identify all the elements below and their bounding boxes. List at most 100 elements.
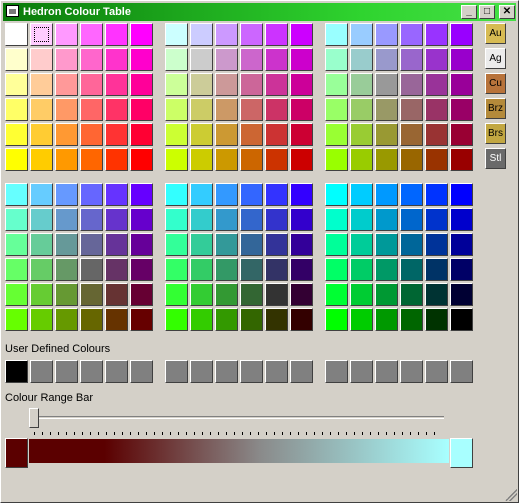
colour-cell[interactable] bbox=[450, 23, 473, 46]
colour-cell[interactable] bbox=[105, 48, 128, 71]
colour-cell[interactable] bbox=[265, 183, 288, 206]
colour-cell[interactable] bbox=[190, 73, 213, 96]
colour-cell[interactable] bbox=[265, 208, 288, 231]
colour-cell[interactable] bbox=[55, 183, 78, 206]
colour-cell[interactable] bbox=[350, 233, 373, 256]
colour-cell[interactable] bbox=[240, 183, 263, 206]
colour-cell[interactable] bbox=[350, 208, 373, 231]
colour-cell[interactable] bbox=[400, 123, 423, 146]
colour-cell[interactable] bbox=[55, 258, 78, 281]
colour-cell[interactable] bbox=[190, 258, 213, 281]
colour-cell[interactable] bbox=[290, 183, 313, 206]
colour-cell[interactable] bbox=[130, 308, 153, 331]
colour-cell[interactable] bbox=[425, 123, 448, 146]
colour-cell[interactable] bbox=[265, 308, 288, 331]
user-defined-colour-slot[interactable] bbox=[105, 360, 128, 383]
user-defined-colour-slot[interactable] bbox=[30, 360, 53, 383]
colour-cell[interactable] bbox=[240, 123, 263, 146]
colour-cell[interactable] bbox=[450, 123, 473, 146]
colour-cell[interactable] bbox=[5, 183, 28, 206]
colour-cell[interactable] bbox=[105, 73, 128, 96]
colour-cell[interactable] bbox=[325, 23, 348, 46]
colour-cell[interactable] bbox=[80, 148, 103, 171]
user-defined-colour-slot[interactable] bbox=[130, 360, 153, 383]
colour-cell[interactable] bbox=[105, 183, 128, 206]
range-end-colour[interactable] bbox=[450, 438, 473, 468]
colour-cell[interactable] bbox=[165, 23, 188, 46]
user-defined-colour-slot[interactable] bbox=[190, 360, 213, 383]
colour-cell[interactable] bbox=[290, 233, 313, 256]
colour-cell[interactable] bbox=[290, 48, 313, 71]
colour-cell[interactable] bbox=[215, 208, 238, 231]
colour-cell[interactable] bbox=[375, 283, 398, 306]
colour-cell[interactable] bbox=[240, 98, 263, 121]
colour-cell[interactable] bbox=[450, 98, 473, 121]
colour-cell[interactable] bbox=[30, 98, 53, 121]
colour-cell[interactable] bbox=[350, 183, 373, 206]
colour-cell[interactable] bbox=[400, 208, 423, 231]
colour-cell[interactable] bbox=[290, 258, 313, 281]
colour-cell[interactable] bbox=[325, 283, 348, 306]
colour-cell[interactable] bbox=[165, 123, 188, 146]
colour-cell[interactable] bbox=[5, 98, 28, 121]
metal-button-stl[interactable]: Stl bbox=[485, 148, 506, 169]
colour-cell[interactable] bbox=[130, 283, 153, 306]
colour-cell[interactable] bbox=[215, 98, 238, 121]
colour-cell[interactable] bbox=[290, 208, 313, 231]
colour-cell[interactable] bbox=[105, 98, 128, 121]
colour-cell[interactable] bbox=[265, 48, 288, 71]
colour-cell[interactable] bbox=[80, 283, 103, 306]
colour-cell[interactable] bbox=[5, 23, 28, 46]
colour-cell[interactable] bbox=[425, 283, 448, 306]
colour-cell[interactable] bbox=[190, 23, 213, 46]
user-defined-colour-slot[interactable] bbox=[80, 360, 103, 383]
colour-cell[interactable] bbox=[450, 233, 473, 256]
user-defined-colour-slot[interactable] bbox=[350, 360, 373, 383]
colour-cell[interactable] bbox=[55, 123, 78, 146]
colour-cell[interactable] bbox=[215, 283, 238, 306]
colour-cell[interactable] bbox=[240, 258, 263, 281]
colour-cell[interactable] bbox=[190, 148, 213, 171]
colour-cell[interactable] bbox=[130, 73, 153, 96]
colour-cell[interactable] bbox=[375, 23, 398, 46]
colour-cell[interactable] bbox=[265, 23, 288, 46]
colour-cell[interactable] bbox=[325, 48, 348, 71]
range-start-colour[interactable] bbox=[5, 438, 28, 468]
colour-cell[interactable] bbox=[240, 308, 263, 331]
colour-cell[interactable] bbox=[130, 48, 153, 71]
colour-cell[interactable] bbox=[80, 308, 103, 331]
colour-cell[interactable] bbox=[105, 148, 128, 171]
metal-button-cu[interactable]: Cu bbox=[485, 73, 506, 94]
colour-cell[interactable] bbox=[5, 233, 28, 256]
colour-cell[interactable] bbox=[375, 98, 398, 121]
colour-cell[interactable] bbox=[105, 208, 128, 231]
colour-cell[interactable] bbox=[375, 123, 398, 146]
colour-cell[interactable] bbox=[30, 23, 53, 46]
colour-cell[interactable] bbox=[425, 258, 448, 281]
colour-cell[interactable] bbox=[215, 308, 238, 331]
colour-cell[interactable] bbox=[240, 148, 263, 171]
colour-cell[interactable] bbox=[450, 48, 473, 71]
colour-cell[interactable] bbox=[425, 98, 448, 121]
colour-cell[interactable] bbox=[350, 123, 373, 146]
metal-button-brs[interactable]: Brs bbox=[485, 123, 506, 144]
colour-cell[interactable] bbox=[350, 283, 373, 306]
colour-cell[interactable] bbox=[240, 73, 263, 96]
colour-cell[interactable] bbox=[450, 148, 473, 171]
colour-cell[interactable] bbox=[130, 23, 153, 46]
colour-cell[interactable] bbox=[425, 183, 448, 206]
colour-cell[interactable] bbox=[55, 308, 78, 331]
colour-cell[interactable] bbox=[30, 283, 53, 306]
colour-range-slider-thumb[interactable] bbox=[29, 408, 39, 428]
colour-cell[interactable] bbox=[165, 98, 188, 121]
colour-cell[interactable] bbox=[105, 283, 128, 306]
colour-cell[interactable] bbox=[325, 208, 348, 231]
colour-cell[interactable] bbox=[240, 233, 263, 256]
colour-cell[interactable] bbox=[80, 233, 103, 256]
colour-cell[interactable] bbox=[215, 123, 238, 146]
colour-cell[interactable] bbox=[325, 233, 348, 256]
colour-cell[interactable] bbox=[450, 258, 473, 281]
colour-cell[interactable] bbox=[105, 123, 128, 146]
colour-cell[interactable] bbox=[290, 98, 313, 121]
colour-cell[interactable] bbox=[265, 283, 288, 306]
